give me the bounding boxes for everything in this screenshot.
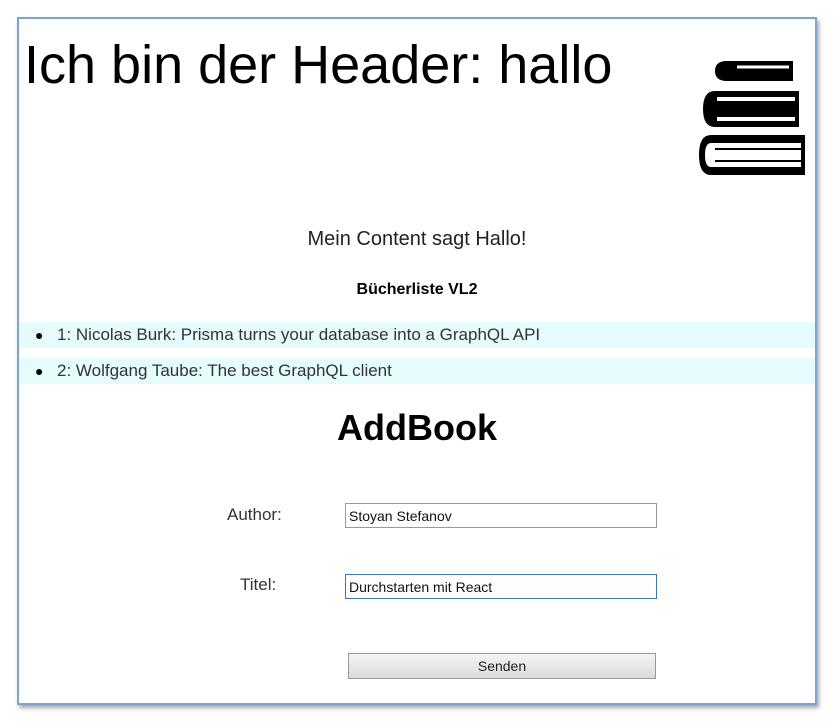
app-frame: Ich bin der Header: hallo Mein Content s…	[17, 17, 817, 705]
submit-button[interactable]: Senden	[348, 653, 656, 679]
book-list: ● 1: Nicolas Burk: Prisma turns your dat…	[19, 322, 815, 394]
author-input[interactable]	[345, 503, 657, 528]
book-entry-text: 1: Nicolas Burk: Prisma turns your datab…	[57, 325, 541, 344]
book-list-title: Bücherliste VL2	[356, 281, 478, 298]
form-title: AddBook	[337, 407, 497, 448]
list-item: ● 2: Wolfgang Taube: The best GraphQL cl…	[19, 358, 815, 384]
author-label: Author:	[227, 505, 282, 524]
book-entry-text: 2: Wolfgang Taube: The best GraphQL clie…	[57, 361, 392, 380]
bullet-icon: ●	[35, 363, 44, 379]
bullet-icon: ●	[35, 327, 44, 343]
list-item: ● 1: Nicolas Burk: Prisma turns your dat…	[19, 322, 815, 348]
header-title: Ich bin der Header: hallo	[24, 35, 613, 95]
titel-input[interactable]	[345, 574, 657, 599]
content-greeting: Mein Content sagt Hallo!	[307, 228, 527, 250]
titel-label: Titel:	[240, 575, 277, 594]
books-stack-icon	[697, 49, 809, 177]
